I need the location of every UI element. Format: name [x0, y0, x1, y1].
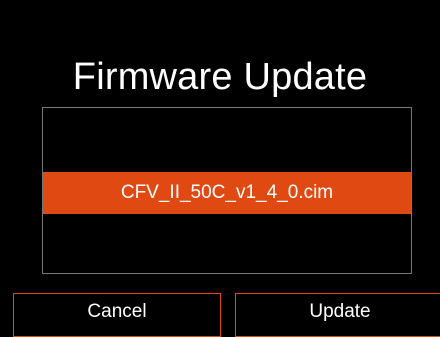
dialog-title: Firmware Update — [72, 56, 368, 98]
firmware-file-list[interactable]: CFV_II_50C_v1_4_0.cim — [42, 107, 412, 274]
cancel-button[interactable]: Cancel — [13, 293, 221, 337]
firmware-file-item-selected[interactable]: CFV_II_50C_v1_4_0.cim — [43, 172, 411, 214]
update-button[interactable]: Update — [235, 293, 440, 337]
